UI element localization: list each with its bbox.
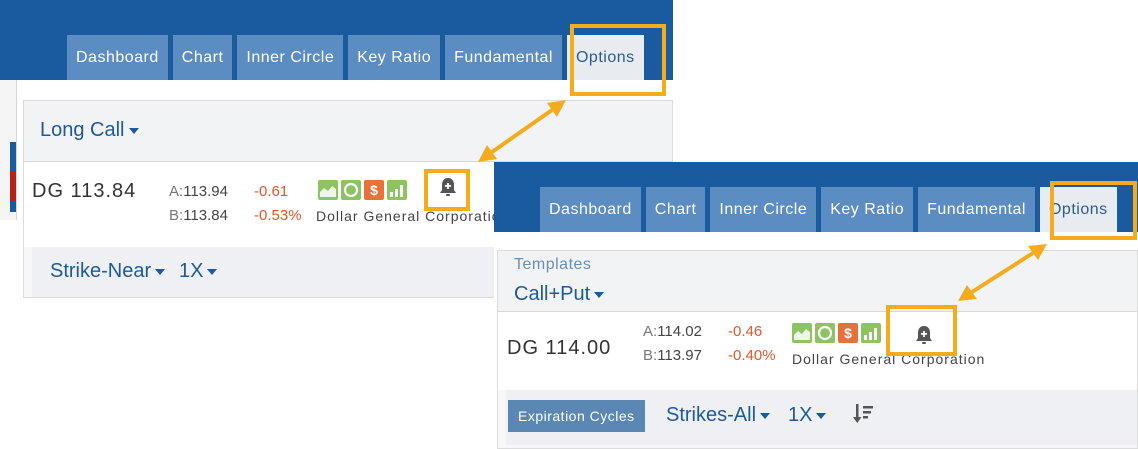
callout-arrows [478, 100, 1047, 301]
arrow-options-to-bell-a [478, 100, 566, 162]
arrow-options-to-bell-b [958, 244, 1047, 301]
